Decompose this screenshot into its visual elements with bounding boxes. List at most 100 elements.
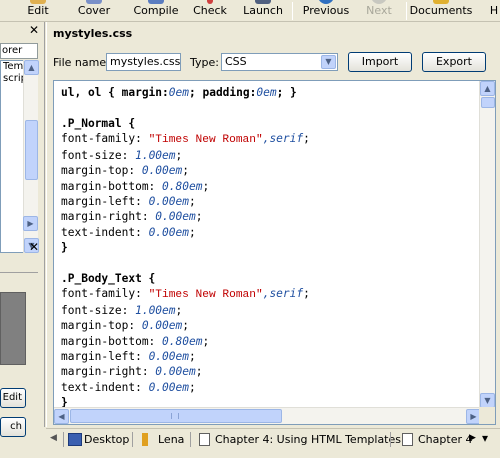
- scroll-up-icon[interactable]: ▲: [480, 81, 495, 96]
- tab-label: Desktop: [84, 433, 130, 446]
- scroll-down-icon[interactable]: ▼: [480, 393, 495, 408]
- chevron-down-icon[interactable]: ▼: [321, 55, 336, 69]
- tab-label: Lena: [158, 433, 185, 446]
- grip-icon: [171, 413, 179, 419]
- scroll-right-icon[interactable]: ▶: [23, 216, 38, 231]
- css-punct: ;: [175, 149, 183, 163]
- css-value: 0.00em: [141, 319, 183, 333]
- tab-scroll-left-icon[interactable]: ◀: [50, 433, 57, 443]
- previous-toolbar-button[interactable]: Previous: [302, 0, 350, 21]
- close-icon[interactable]: ✕: [29, 240, 39, 254]
- cover-toolbar-button[interactable]: Cover: [74, 0, 114, 21]
- code-line: margin-top: 0.00em;: [61, 163, 310, 178]
- tab-scroll-right-icon[interactable]: ▶: [469, 433, 476, 443]
- css-property: font-size:: [61, 149, 136, 163]
- tab-desktop[interactable]: Desktop: [66, 431, 129, 449]
- main-toolbar: Edit Cover Compile Check Launch Previous…: [0, 0, 500, 22]
- css-value: 0.00em: [148, 380, 189, 394]
- type-select[interactable]: CSS ▼: [221, 53, 338, 71]
- css-value: 1.00em: [135, 304, 176, 318]
- document-icon: [199, 433, 210, 446]
- css-string: "Times New Roman": [148, 288, 263, 301]
- divider: [63, 432, 64, 447]
- css-value: 0em: [168, 86, 189, 99]
- scroll-up-icon[interactable]: ▲: [24, 60, 39, 75]
- scroll-thumb[interactable]: [25, 120, 38, 180]
- tab-label: Chapter 4: Using HTML Templates: [215, 433, 401, 446]
- code-line: text-indent: 0.00em;: [61, 225, 310, 240]
- css-property: margin-bottom:: [61, 179, 163, 193]
- type-select-value: CSS: [225, 55, 247, 68]
- code-line: margin-right: 0.00em;: [61, 209, 310, 224]
- explorer-tab[interactable]: orer: [0, 43, 38, 59]
- code-line: ul, ol { margin:0em; padding:0em; }: [61, 85, 310, 100]
- help-toolbar-button[interactable]: H: [488, 0, 500, 21]
- code-line: margin-bottom: 0.80em;: [61, 179, 310, 194]
- css-selector: .P_Normal {: [61, 116, 136, 130]
- css-code-editor[interactable]: ul, ol { margin:0em; padding:0em; } .P_N…: [53, 80, 496, 425]
- css-string: "Times New Roman": [148, 133, 263, 146]
- css-property: font-size:: [61, 304, 136, 318]
- css-punct: ;: [202, 179, 210, 193]
- tab-lena[interactable]: Lena: [140, 431, 184, 449]
- compile-toolbar-button[interactable]: Compile: [133, 0, 179, 21]
- switch-button[interactable]: ch: [0, 417, 26, 437]
- import-button[interactable]: Import: [348, 52, 412, 72]
- file-name-input[interactable]: mystyles.css: [106, 53, 181, 71]
- css-value: 1.00em: [135, 149, 176, 163]
- edit-toolbar-button[interactable]: Edit: [22, 0, 54, 21]
- edit-template-button[interactable]: Edit: [0, 388, 26, 408]
- css-property: margin-right:: [61, 365, 156, 379]
- tab-menu-icon[interactable]: ▾: [482, 431, 488, 445]
- css-value: 0.00em: [148, 350, 189, 364]
- horizontal-scrollbar[interactable]: ◀ ▶: [54, 407, 481, 424]
- css-value: ,serif: [262, 131, 304, 145]
- left-side-panel: ✕ orer Tem script ▲ ▼ ▶ ✕ Edit ch: [0, 22, 45, 437]
- divider: [190, 432, 191, 447]
- css-punct: ;: [188, 195, 196, 209]
- divider: [132, 432, 133, 447]
- code-line: font-size: 1.00em;: [61, 148, 310, 163]
- export-button[interactable]: Export: [422, 52, 486, 72]
- tab-chapter4-templates[interactable]: Chapter 4: Using HTML Templates: [197, 431, 401, 449]
- css-code[interactable]: ul, ol { margin:0em; padding:0em; } .P_N…: [61, 85, 310, 410]
- code-line: text-indent: 0.00em;: [61, 380, 310, 395]
- css-editor-pane: mystyles.css File name: mystyles.css Typ…: [46, 22, 500, 427]
- toolbar-separator: [406, 2, 407, 20]
- check-toolbar-button[interactable]: Check: [191, 0, 229, 21]
- close-icon[interactable]: ✕: [29, 23, 39, 37]
- css-value: 0.80em: [162, 334, 203, 348]
- tab-chapter4[interactable]: Chapter 4: [400, 431, 472, 449]
- toolbar-separator: [292, 2, 293, 20]
- css-punct: ;: [182, 164, 189, 178]
- next-toolbar-button[interactable]: Next: [362, 0, 396, 21]
- code-line: font-family: "Times New Roman",serif;: [61, 286, 310, 303]
- css-value: 0.00em: [155, 210, 196, 224]
- css-property: text-indent:: [61, 225, 149, 239]
- scroll-left-icon[interactable]: ◀: [54, 409, 69, 424]
- code-line: font-family: "Times New Roman",serif;: [61, 131, 310, 148]
- code-line: margin-right: 0.00em;: [61, 364, 310, 379]
- code-line: margin-left: 0.00em;: [61, 349, 310, 364]
- css-punct: ;: [188, 380, 196, 394]
- scroll-thumb[interactable]: [481, 97, 495, 108]
- desktop-icon: [68, 433, 82, 446]
- css-property: margin-left:: [61, 195, 149, 209]
- launch-toolbar-button[interactable]: Launch: [242, 0, 284, 21]
- divider: [390, 432, 391, 447]
- css-selector: .P_Body_Text {: [61, 271, 156, 285]
- scroll-thumb[interactable]: [70, 409, 282, 423]
- css-punct: ;: [195, 210, 203, 224]
- vertical-scrollbar[interactable]: ▲ ▼: [479, 81, 495, 408]
- css-value: 0.00em: [148, 225, 189, 239]
- template-preview: [0, 292, 26, 365]
- css-value: 0.80em: [162, 179, 203, 193]
- css-property: font-family:: [61, 131, 149, 145]
- css-punct: ;: [188, 350, 196, 364]
- documents-toolbar-button[interactable]: Documents: [410, 0, 472, 21]
- css-property: margin-bottom:: [61, 334, 163, 348]
- pane-title: mystyles.css: [53, 27, 133, 40]
- file-name-label: File name:: [53, 56, 110, 69]
